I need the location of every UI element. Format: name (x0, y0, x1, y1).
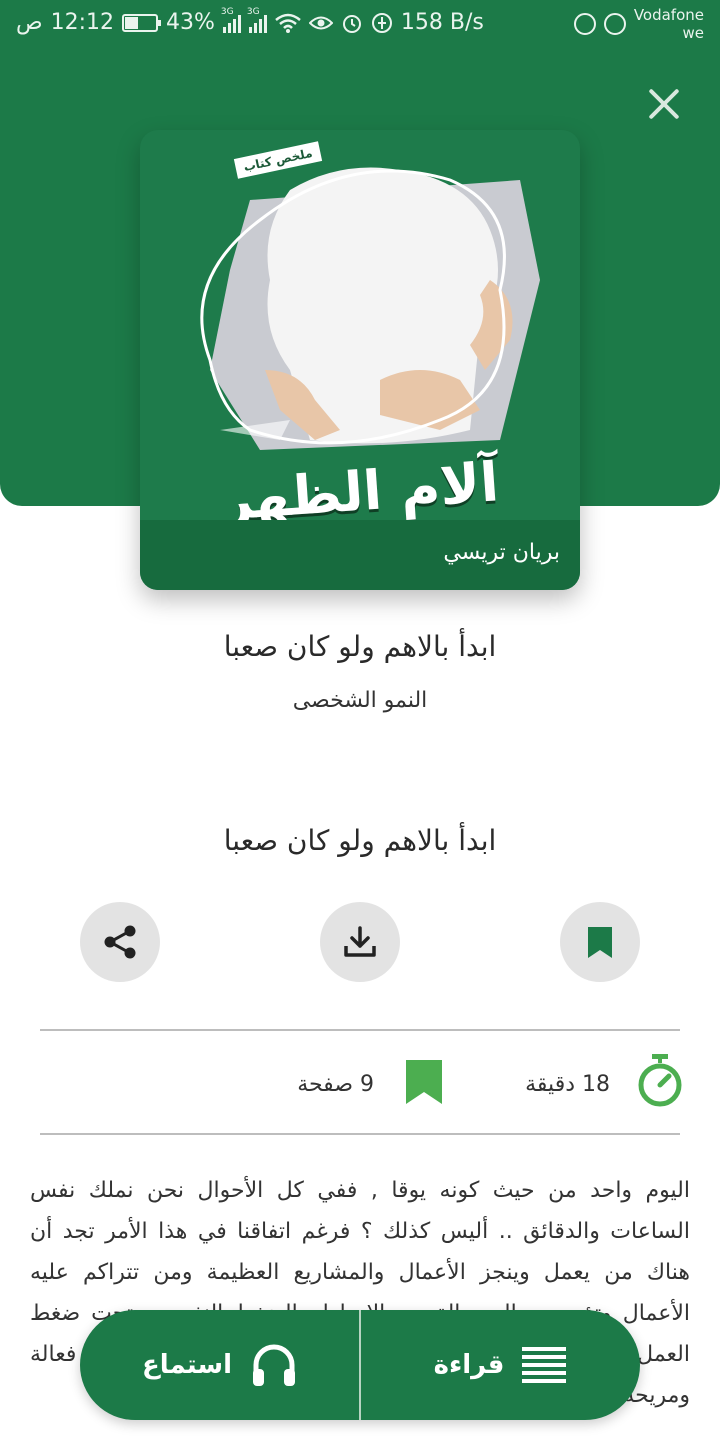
eye-icon (308, 16, 333, 29)
share-icon (104, 925, 136, 959)
divider-top (40, 1029, 680, 1031)
book-cover: ملخص كتاب آلام الظهر بريان تريسي (140, 130, 580, 590)
network-type-1: 3G (220, 6, 234, 17)
signal-icon-2: 3G (247, 7, 267, 33)
timer-icon (638, 1054, 682, 1107)
book-category: النمو الشخصى (292, 688, 428, 713)
download-icon (344, 926, 376, 957)
share-button[interactable] (80, 902, 160, 982)
status-bar: ص 12:12 43% 3G 3G 158 B/s Vodafone we (0, 0, 720, 52)
wifi-icon (275, 13, 301, 33)
pages-bookmark-icon (406, 1060, 442, 1104)
am-pm-indicator: ص (16, 10, 43, 35)
close-button[interactable] (644, 84, 684, 124)
section-title: ابدأ بالاهم ولو كان صعبا (223, 824, 497, 857)
carrier-name: Vodafone we (633, 6, 704, 42)
cover-footer: بريان تريسي (140, 520, 580, 590)
bottom-action-bar: قراءة استماع (80, 1310, 640, 1420)
data-saver-icon (371, 12, 392, 33)
battery-icon (122, 13, 162, 32)
duration-text: 18 دقيقة (525, 1072, 610, 1097)
signal-icon: 3G (221, 7, 241, 33)
headphones-icon (253, 1344, 296, 1386)
listen-button[interactable]: استماع (80, 1310, 360, 1420)
cover-author: بريان تريسي (443, 540, 560, 565)
download-button[interactable] (320, 902, 400, 982)
bookmark-icon (588, 927, 612, 958)
listen-label: استماع (141, 1350, 233, 1380)
battery-percent: 43% (166, 10, 215, 35)
sim-icon (573, 13, 596, 35)
pages-text: 9 صفحة (297, 1072, 374, 1097)
divider-bottom (40, 1133, 680, 1135)
text-lines-icon (522, 1347, 567, 1383)
read-label: قراءة (433, 1350, 505, 1380)
read-button[interactable]: قراءة (360, 1310, 640, 1420)
status-time: 12:12 (50, 10, 115, 35)
book-title: ابدأ بالاهم ولو كان صعبا (223, 630, 497, 663)
bookmark-button[interactable] (560, 902, 640, 982)
alarm-icon (342, 14, 361, 33)
whatsapp-icon (603, 13, 626, 35)
network-speed: 158 B/s (400, 10, 484, 35)
network-type-2: 3G (246, 6, 260, 17)
